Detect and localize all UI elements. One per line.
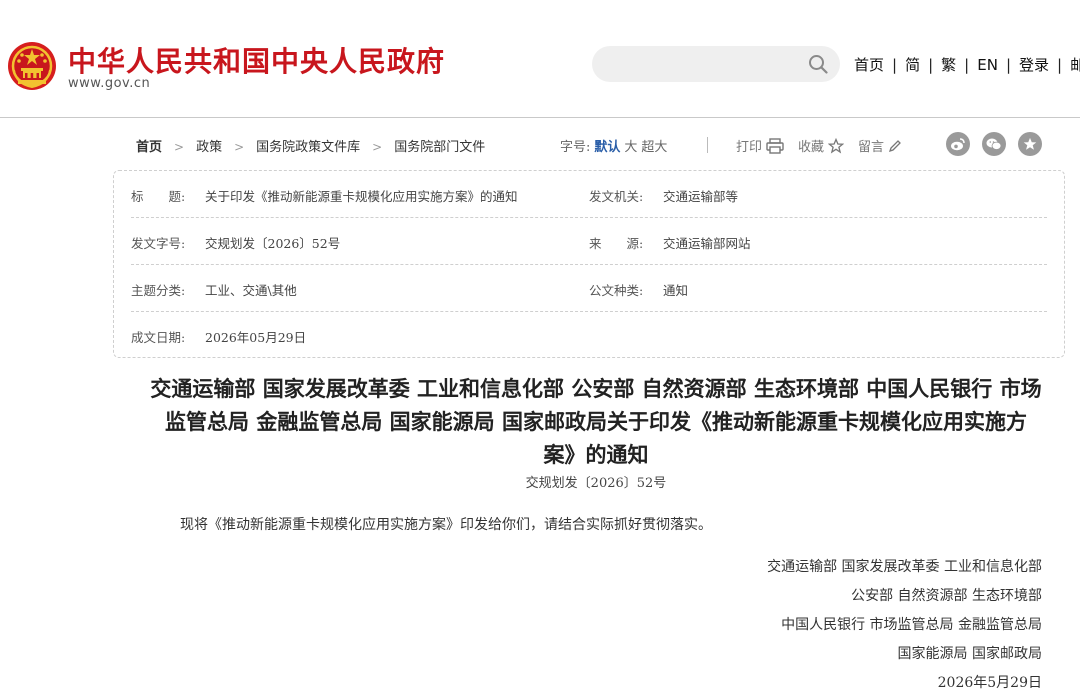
site-url[interactable]: www.gov.cn: [68, 76, 150, 91]
share-favorite-button[interactable]: [1018, 132, 1042, 156]
meta-row: 标 题: 关于印发《推动新能源重卡规模化应用实施方案》的通知 发文机关: 交通运输部…: [131, 171, 1047, 218]
meta-label: 公文种类:: [589, 283, 644, 298]
meta-doc-number: 发文字号: 交规划发〔2026〕52号: [131, 233, 340, 252]
meta-row: 主题分类: 工业、交通\其他 公文种类: 通知: [131, 265, 1047, 312]
star-outline-icon: [828, 137, 845, 153]
favorite-button[interactable]: 收藏: [798, 136, 845, 155]
breadcrumb: 首页 > 政策 > 国务院政策文件库 > 国务院部门文件: [136, 136, 485, 155]
weibo-icon: [951, 138, 965, 151]
meta-doc-type: 公文种类: 通知: [589, 280, 688, 299]
meta-value: 工业、交通\其他: [205, 283, 297, 298]
meta-date: 成文日期: 2026年05月29日: [131, 327, 306, 346]
meta-label: 来 源:: [589, 236, 644, 251]
font-size-control: 字号: 默认大超大: [560, 136, 667, 155]
search-icon[interactable]: [808, 54, 828, 74]
site-header: 中华人民共和国中央人民政府 www.gov.cn 首页 | 简 | 繁 | EN | 登录 | 邮: [0, 0, 1080, 118]
share-weibo-button[interactable]: [946, 132, 970, 156]
meta-category: 主题分类: 工业、交通\其他: [131, 280, 297, 299]
font-size-default[interactable]: 默认: [594, 140, 620, 155]
signature-line: 公安部 自然资源部 生态环境部: [851, 588, 1042, 604]
meta-row: 成文日期: 2026年05月29日: [131, 312, 1047, 359]
document-title: 交通运输部 国家发展改革委 工业和信息化部 公安部 自然资源部 生态环境部 中国…: [150, 376, 1042, 467]
nav-login[interactable]: 登录: [1019, 56, 1049, 74]
document-number: 交规划发〔2026〕52号: [525, 476, 667, 491]
meta-label: 主题分类:: [131, 283, 186, 298]
document-body: 现将《推动新能源重卡规模化应用实施方案》印发给你们，请结合实际抓好贯彻落实。: [180, 517, 712, 533]
meta-value: 交通运输部等: [663, 189, 739, 204]
nav-separator: |: [964, 56, 970, 74]
meta-title: 标 题: 关于印发《推动新能源重卡规模化应用实施方案》的通知: [131, 186, 518, 205]
meta-value: 交通运输部网站: [663, 236, 751, 251]
document-meta-table: 标 题: 关于印发《推动新能源重卡规模化应用实施方案》的通知 发文机关: 交通运输部…: [113, 170, 1065, 358]
signature-line: 交通运输部 国家发展改革委 工业和信息化部: [767, 559, 1042, 575]
chevron-right-icon: >: [234, 140, 245, 154]
article-tools: 打印 收藏 留言: [736, 136, 916, 155]
meta-label: 发文字号:: [131, 236, 186, 251]
font-size-large[interactable]: 大: [624, 140, 637, 155]
font-size-label: 字号:: [560, 140, 591, 155]
top-nav: 首页 | 简 | 繁 | EN | 登录 | 邮: [854, 54, 1080, 75]
nav-mail[interactable]: 邮: [1070, 56, 1080, 74]
chevron-right-icon: >: [372, 140, 383, 154]
meta-issuer: 发文机关: 交通运输部等: [589, 186, 738, 205]
signature-line: 国家能源局 国家邮政局: [897, 646, 1042, 662]
comment-button[interactable]: 留言: [858, 136, 902, 155]
search-box[interactable]: [592, 46, 840, 82]
share-wechat-button[interactable]: [982, 132, 1006, 156]
meta-value: 交规划发〔2026〕52号: [205, 236, 341, 251]
print-label: 打印: [736, 140, 763, 155]
document-sign-date: 2026年5月29日: [937, 675, 1042, 691]
favorite-label: 收藏: [798, 140, 825, 155]
nav-separator: |: [1057, 56, 1063, 74]
pencil-icon: [889, 139, 901, 152]
star-icon: [1023, 137, 1037, 150]
wechat-icon: [986, 138, 1002, 150]
meta-value: 关于印发《推动新能源重卡规模化应用实施方案》的通知: [205, 189, 518, 204]
nav-simplified[interactable]: 简: [905, 56, 920, 74]
meta-value: 2026年05月29日: [205, 330, 307, 345]
breadcrumb-home[interactable]: 首页: [136, 140, 162, 155]
meta-source: 来 源: 交通运输部网站: [589, 233, 751, 252]
site-name[interactable]: 中华人民共和国中央人民政府: [68, 40, 445, 80]
search-input[interactable]: [608, 54, 788, 74]
signature-line: 中国人民银行 市场监管总局 金融监管总局: [781, 617, 1042, 633]
meta-label: 标 题:: [131, 189, 186, 204]
breadcrumb-policy-library[interactable]: 国务院政策文件库: [256, 140, 360, 155]
print-button[interactable]: 打印: [736, 136, 784, 155]
meta-label: 发文机关:: [589, 189, 644, 204]
chevron-right-icon: >: [174, 140, 185, 154]
document-signatures: 交通运输部 国家发展改革委 工业和信息化部 公安部 自然资源部 生态环境部 中国…: [600, 556, 1042, 672]
nav-home[interactable]: 首页: [854, 56, 884, 74]
meta-row: 发文字号: 交规划发〔2026〕52号 来 源: 交通运输部网站: [131, 218, 1047, 265]
nav-english[interactable]: EN: [977, 56, 998, 74]
nav-separator: |: [928, 56, 934, 74]
printer-icon: [766, 137, 784, 154]
breadcrumb-policy[interactable]: 政策: [196, 140, 222, 155]
national-emblem-icon[interactable]: [6, 40, 58, 92]
breadcrumb-department-docs[interactable]: 国务院部门文件: [394, 140, 485, 155]
font-size-xlarge[interactable]: 超大: [641, 140, 667, 155]
comment-label: 留言: [858, 140, 885, 155]
meta-value: 通知: [663, 283, 689, 298]
toolbar-divider: [707, 137, 708, 153]
nav-separator: |: [892, 56, 898, 74]
nav-separator: |: [1005, 56, 1011, 74]
nav-traditional[interactable]: 繁: [941, 56, 956, 74]
meta-label: 成文日期:: [131, 330, 186, 345]
share-buttons: [946, 132, 1054, 156]
